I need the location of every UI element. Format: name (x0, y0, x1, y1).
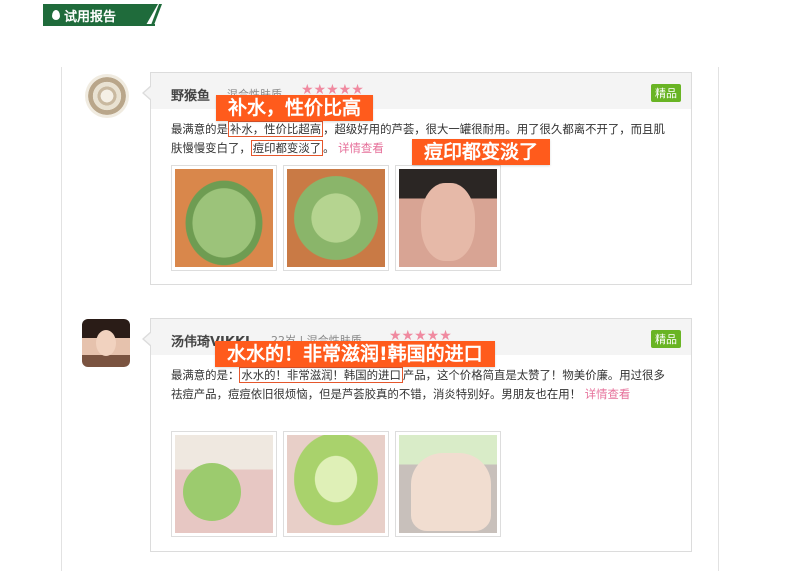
photo-image (175, 169, 273, 267)
annotation-callout: 水水的！非常滋润!韩国的进口 (215, 341, 495, 367)
avatar[interactable] (85, 74, 129, 118)
avatar[interactable] (82, 319, 130, 367)
review-photos (171, 431, 501, 537)
review-text-prefix: 最满意的是： (171, 368, 240, 382)
review-text-end: 。 (323, 141, 335, 155)
photo-image (287, 169, 385, 267)
photo-image (399, 435, 497, 533)
details-link[interactable]: 详情查看 (585, 387, 631, 401)
card-pointer-inner (144, 332, 152, 346)
reviewer-name[interactable]: 野猴鱼 (171, 85, 210, 104)
content-right-border (718, 67, 719, 571)
photo-face (421, 183, 475, 261)
featured-badge: 精品 (651, 330, 681, 348)
annotation-callout: 补水，性价比高 (216, 95, 374, 121)
highlight-box: 水水的！非常滋润！韩国的进口 (239, 367, 403, 383)
details-link[interactable]: 详情查看 (338, 141, 384, 155)
review-text-prefix: 最满意的是 (171, 122, 228, 136)
review-photo[interactable] (395, 165, 501, 271)
highlight-box: 补水，性价比超高 (227, 121, 324, 137)
section-header-tab: 试用报告 (43, 4, 163, 25)
section-title: 试用报告 (64, 10, 117, 25)
annotation-callout: 痘印都变淡了 (412, 139, 551, 165)
highlight-box: 痘印都变淡了 (250, 140, 324, 156)
photo-jar (183, 463, 241, 521)
card-pointer-inner (144, 86, 152, 100)
avatar-face (96, 330, 116, 356)
photo-image (287, 435, 385, 533)
content-left-border (61, 67, 62, 571)
review-photo[interactable] (395, 431, 501, 537)
photo-image (175, 435, 273, 533)
review-photo[interactable] (283, 431, 389, 537)
droplet-icon (52, 10, 60, 20)
photo-image (399, 169, 497, 267)
review-text: 最满意的是： 水水的！非常滋润！韩国的进口 产品，这个价格简直是太赞了！物美价廉。用… (171, 366, 671, 404)
photo-hand (411, 453, 491, 531)
review-photo[interactable] (171, 165, 277, 271)
featured-badge: 精品 (651, 84, 681, 102)
header-stripe-decoration (151, 4, 162, 25)
header-underline (43, 24, 155, 26)
review-photos (171, 165, 501, 271)
review-photo[interactable] (171, 431, 277, 537)
review-photo[interactable] (283, 165, 389, 271)
